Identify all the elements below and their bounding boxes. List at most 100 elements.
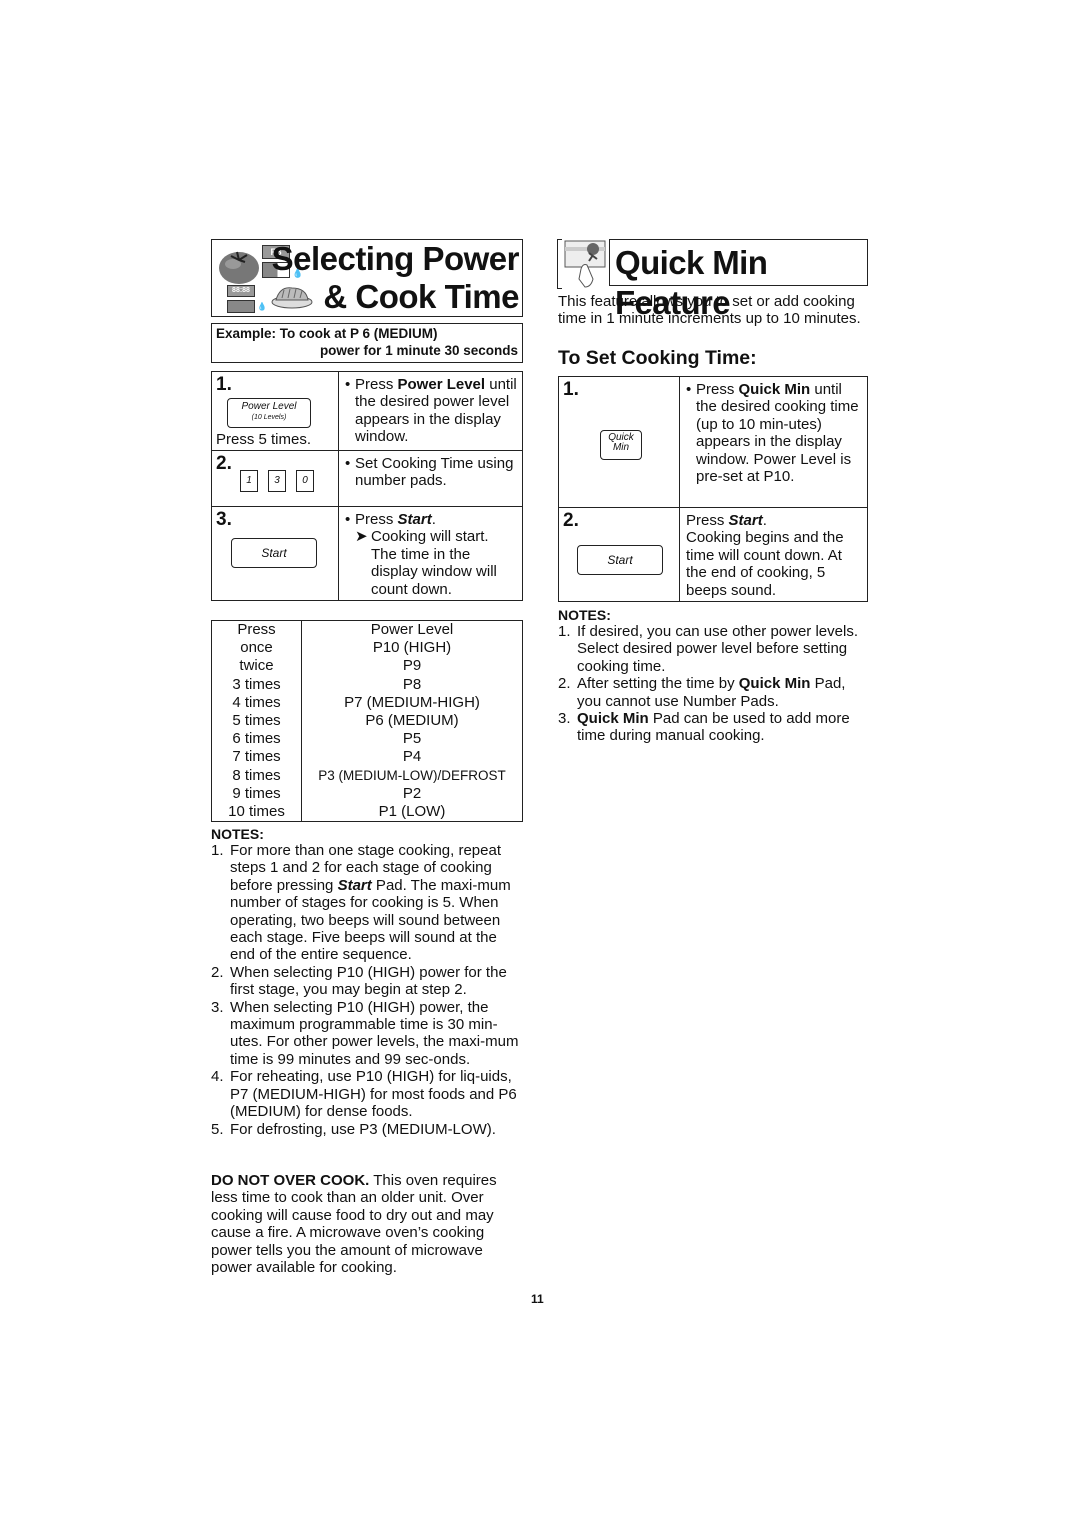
press-count-cell: 4 times: [211, 693, 302, 713]
example-line1: Example: To cook at P 6 (MEDIUM): [216, 326, 438, 341]
right-steps-table: 1. Quick Min • Press Quick Min until the…: [558, 376, 868, 603]
note-text: When selecting P10 (HIGH) power for the …: [230, 963, 507, 999]
note-text: When selecting P10 (HIGH) power, the max…: [230, 998, 519, 1068]
bullet: •: [686, 381, 692, 398]
note-item: 5. For defrosting, use P3 (MEDIUM-LOW).: [211, 1121, 523, 1138]
example-box: Example: To cook at P 6 (MEDIUM) power f…: [211, 323, 523, 363]
notes-heading: NOTES:: [558, 607, 611, 623]
power-level-cell: P4: [402, 748, 422, 766]
note-number: 1.: [211, 842, 224, 859]
power-level-cell: P3 (MEDIUM-LOW)/DEFROST: [318, 767, 506, 783]
right-notes: NOTES: 1. If desired, you can use other p…: [558, 607, 870, 745]
step-text-bold: Quick Min: [738, 381, 811, 398]
number-pad-0[interactable]: 0: [296, 470, 314, 492]
step-row: 2. Start Press Start. Cooking begins and…: [558, 506, 868, 603]
power-table-row: once P10 (HIGH): [211, 639, 523, 658]
step-text: Press: [686, 512, 729, 529]
note-item: 4. For reheating, use P10 (HIGH) for liq-…: [211, 1068, 523, 1120]
selecting-power-header: P8 💧 88:88 💧 Selecting Power & Cook Time: [211, 239, 523, 317]
step-text: Press: [355, 376, 398, 393]
quick-min-header: Quick Min Feature: [557, 239, 868, 321]
power-level-cell: P8: [402, 675, 422, 693]
quick-min-hand-icon: [564, 240, 606, 288]
power-level-cell: P7 (MEDIUM-HIGH): [344, 693, 480, 711]
step-number: 1.: [563, 379, 579, 400]
example-line2: power for 1 minute 30 seconds: [319, 343, 518, 358]
power-table-row: 6 times P5: [211, 730, 523, 749]
start-pad[interactable]: Start: [231, 538, 317, 568]
step-caption: Press 5 times.: [216, 431, 312, 448]
step-row: 1. Power Level (10 Levels) Press 5 times…: [211, 371, 523, 451]
start-pad[interactable]: Start: [577, 545, 663, 575]
number-pad-3[interactable]: 3: [268, 470, 286, 492]
power-table-row: twice P9: [211, 657, 523, 676]
power-table-row: 9 times P2: [211, 784, 523, 804]
timer-readout: 88:88: [227, 285, 255, 297]
press-count-cell: 10 times: [211, 803, 302, 822]
step-text-bold: Start: [397, 511, 432, 528]
power-table-row: 3 times P8: [211, 675, 523, 694]
bullet: •: [345, 376, 351, 393]
quick-min-intro: This feature allows you to set or add co…: [558, 293, 861, 328]
step-number: 2.: [216, 453, 232, 474]
pad-label: Min: [612, 442, 630, 453]
note-item: 3. Quick Min Pad can be used to add more …: [558, 710, 870, 745]
power-level-pad[interactable]: Power Level (10 Levels): [227, 398, 311, 428]
page-number: 11: [531, 1292, 544, 1306]
power-level-cell: P9: [402, 657, 422, 675]
press-count-cell: 8 times: [211, 766, 302, 785]
note-number: 5.: [211, 1120, 224, 1138]
note-number: 3.: [558, 710, 571, 728]
step-text-bold: Start: [728, 512, 763, 529]
note-text-bold: Quick Min: [577, 710, 649, 728]
press-count-cell: 9 times: [211, 784, 302, 804]
power-level-cell: P6 (MEDIUM): [365, 712, 459, 730]
power-level-cell: P2: [402, 784, 422, 802]
step-row: 1. Quick Min • Press Quick Min until the…: [558, 376, 868, 508]
power-table-row: 5 times P6 (MEDIUM): [211, 712, 523, 731]
step-row: 2. 130 • Set Cooking Time using number p…: [211, 450, 523, 507]
timer-panel-icon: 88:88: [227, 285, 255, 313]
press-count-cell: 3 times: [211, 675, 302, 694]
left-notes: NOTES: 1. For more than one stage cooking…: [211, 826, 523, 1138]
bullet: •: [345, 511, 351, 528]
step-subtext: Cooking will start. The time in the disp…: [371, 528, 497, 598]
arrow-icon: ➤: [355, 528, 368, 546]
power-table-row: 10 times P1 (LOW): [211, 803, 523, 822]
step-text: Press: [696, 381, 739, 398]
press-count-cell: twice: [211, 657, 302, 676]
warning-paragraph: DO NOT OVER COOK. This oven requires les…: [211, 1172, 523, 1276]
step-number: 2.: [563, 510, 579, 531]
power-level-cell: P5: [402, 730, 422, 748]
press-count-cell: 6 times: [211, 730, 302, 749]
quick-min-pad[interactable]: Quick Min: [600, 430, 642, 460]
note-item: 3. When selecting P10 (HIGH) power, the m…: [211, 999, 523, 1069]
warning-bold: DO NOT OVER COOK.: [211, 1172, 370, 1189]
notes-heading: NOTES:: [211, 826, 264, 842]
note-number: 1.: [558, 623, 571, 640]
note-text-bold: Quick Min: [738, 675, 811, 693]
power-level-cell: P10 (HIGH): [372, 639, 452, 657]
note-number: 2.: [558, 675, 571, 693]
press-count-cell: 7 times: [211, 748, 302, 767]
page-title-left-line1: Selecting Power: [271, 240, 520, 277]
press-count-cell: 5 times: [211, 712, 302, 731]
step-number: 3.: [216, 509, 232, 530]
step-subtext: Cooking begins and the time will count d…: [686, 529, 844, 599]
note-text: For reheating, use P10 (HIGH) for liq-ui…: [230, 1068, 517, 1121]
note-number: 3.: [211, 998, 224, 1016]
note-number: 2.: [211, 963, 224, 981]
column-header-press: Press: [211, 620, 302, 640]
note-item: 2. After setting the time by Quick Min Pa…: [558, 675, 870, 710]
section-heading: To Set Cooking Time:: [558, 347, 757, 369]
tomato-icon: [219, 251, 259, 284]
step-text: Press: [355, 511, 398, 528]
number-pad-1[interactable]: 1: [240, 470, 258, 492]
bullet: •: [345, 455, 351, 472]
note-number: 4.: [211, 1068, 224, 1086]
step-text-bold: Power Level: [397, 376, 486, 393]
note-text: For defrosting, use P3 (MEDIUM-LOW).: [230, 1120, 496, 1138]
power-level-cell: P1 (LOW): [378, 803, 446, 821]
pad-sublabel: (10 Levels): [251, 414, 287, 421]
bread-dish-icon: [271, 287, 313, 309]
